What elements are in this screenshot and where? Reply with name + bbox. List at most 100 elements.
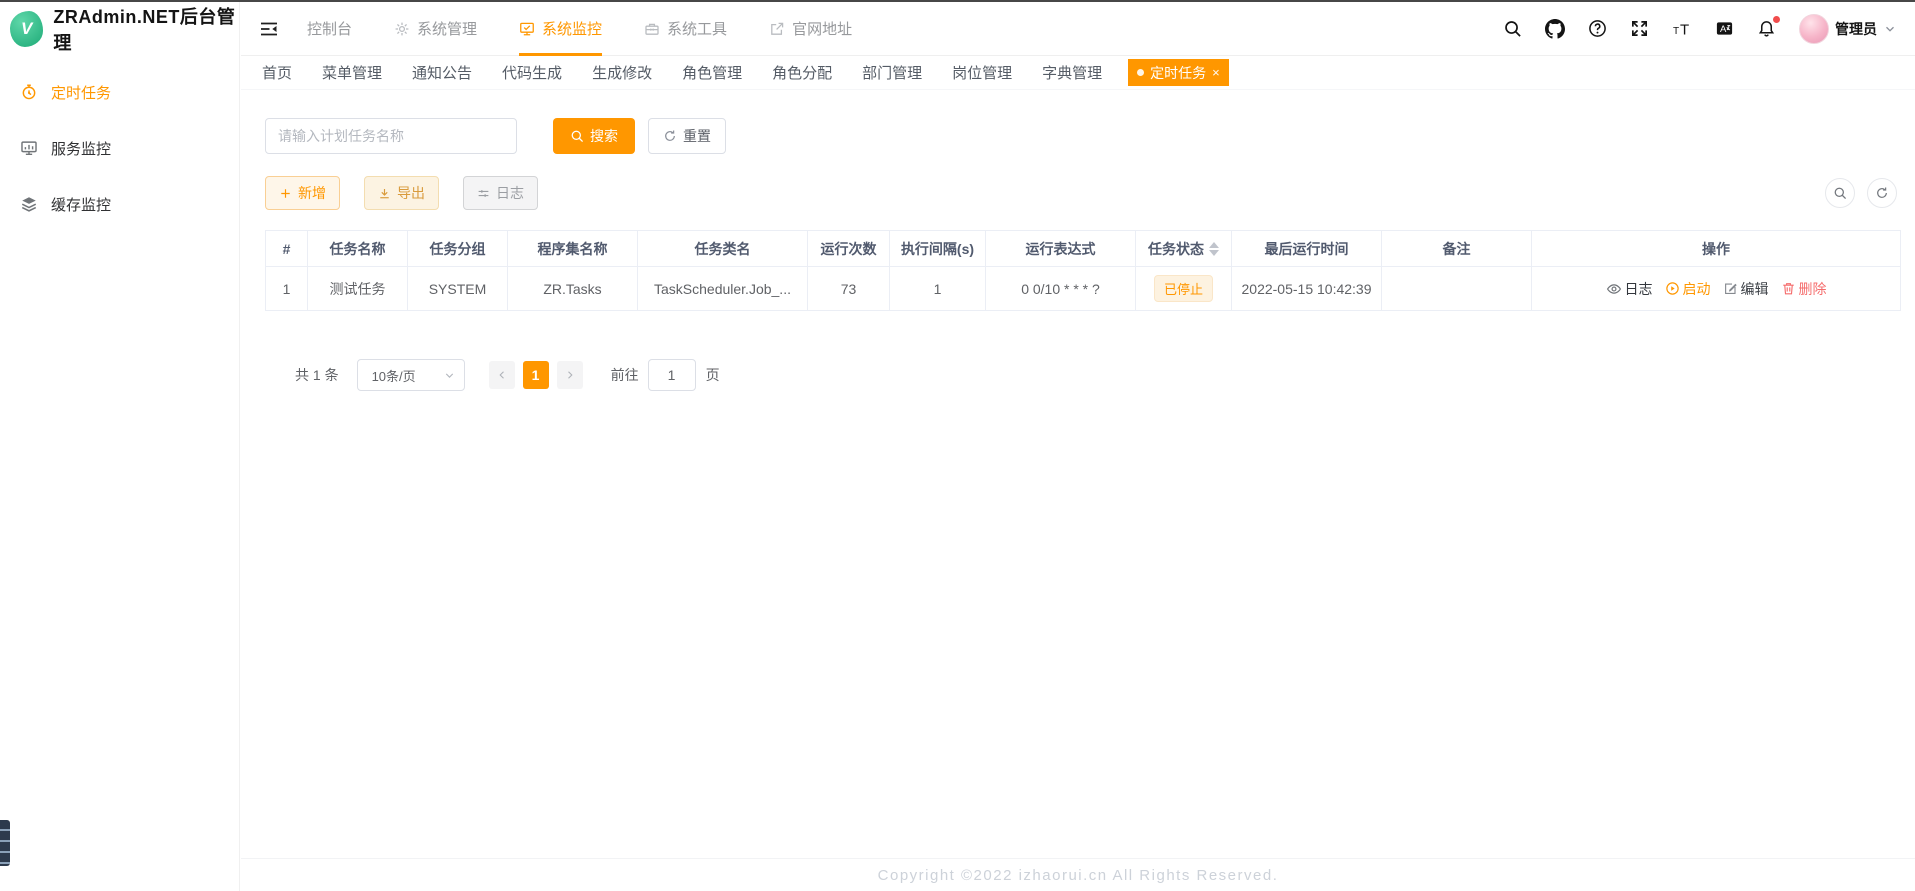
search-button[interactable]: 搜索 [553, 118, 635, 154]
external-link-icon [769, 21, 785, 37]
active-tab-label: 定时任务 [1150, 63, 1206, 83]
cell-run-count: 73 [808, 267, 890, 311]
sidebar-item-service-monitor[interactable]: 服务监控 [0, 120, 239, 176]
app-logo: V [10, 11, 43, 47]
refresh-table-button[interactable] [1867, 178, 1897, 208]
cell-job-class: TaskScheduler.Job_... [638, 267, 808, 311]
font-size-icon[interactable] [1672, 19, 1692, 39]
col-header-index: # [266, 231, 308, 267]
nav-item-console[interactable]: 控制台 [307, 2, 352, 56]
pagination: 共 1 条 10条/页 1 前往 页 [295, 359, 1915, 391]
arrow-left-icon [496, 369, 508, 381]
tab-scheduled-tasks-active[interactable]: 定时任务 × [1128, 59, 1229, 86]
tags-bar: 首页 菜单管理 通知公告 代码生成 生成修改 角色管理 角色分配 部门管理 岗位… [241, 56, 1915, 90]
cell-index: 1 [266, 267, 308, 311]
status-badge: 已停止 [1154, 275, 1213, 302]
sort-caret-icon[interactable] [1209, 242, 1219, 256]
nav-item-label: 系统监控 [542, 18, 602, 39]
export-button[interactable]: 导出 [364, 176, 439, 210]
row-start-link[interactable]: 启动 [1665, 279, 1711, 299]
cell-actions: 日志 启动 编辑 删除 [1532, 267, 1901, 311]
toggle-search-button[interactable] [1825, 178, 1855, 208]
row-edit-link[interactable]: 编辑 [1723, 279, 1769, 299]
col-header-run-count: 运行次数 [808, 231, 890, 267]
col-header-interval: 执行间隔(s) [890, 231, 986, 267]
task-name-input[interactable] [265, 118, 517, 154]
language-icon[interactable] [1715, 19, 1734, 38]
prev-page-button[interactable] [489, 361, 515, 389]
tab-generation-edit[interactable]: 生成修改 [579, 62, 665, 83]
tab-role-management[interactable]: 角色管理 [669, 62, 755, 83]
avatar [1799, 14, 1829, 44]
row-edit-label: 编辑 [1741, 279, 1769, 299]
trash-icon [1781, 281, 1796, 296]
sidebar-item-scheduled-tasks[interactable]: 定时任务 [0, 64, 239, 120]
next-page-button[interactable] [557, 361, 583, 389]
tab-role-assignment[interactable]: 角色分配 [759, 62, 845, 83]
search-button-label: 搜索 [590, 126, 618, 146]
tab-menu-management[interactable]: 菜单管理 [309, 62, 395, 83]
app-logo-area: V ZRAdmin.NET后台管理 [0, 2, 239, 56]
row-delete-link[interactable]: 删除 [1781, 279, 1827, 299]
server-monitor-icon [20, 139, 38, 157]
sidebar-item-label: 定时任务 [51, 82, 111, 103]
fullscreen-icon[interactable] [1630, 19, 1649, 38]
gear-icon [394, 21, 410, 37]
help-icon[interactable] [1588, 19, 1607, 38]
tab-dict-management[interactable]: 字典管理 [1029, 62, 1115, 83]
nav-item-label: 官网地址 [792, 18, 852, 39]
menu-fold-icon[interactable] [259, 19, 279, 39]
add-button[interactable]: 新增 [265, 176, 340, 210]
tab-department-management[interactable]: 部门管理 [849, 62, 935, 83]
active-tab-dot [1137, 69, 1144, 76]
nav-item-official-site[interactable]: 官网地址 [769, 2, 852, 56]
export-button-label: 导出 [397, 183, 425, 203]
page-number-1[interactable]: 1 [523, 361, 549, 389]
github-icon[interactable] [1545, 19, 1565, 39]
edit-icon [1723, 281, 1738, 296]
cache-layers-icon [20, 195, 38, 213]
tab-notice[interactable]: 通知公告 [399, 62, 485, 83]
cell-status: 已停止 [1136, 267, 1232, 311]
reset-button-label: 重置 [683, 126, 711, 146]
col-header-cron: 运行表达式 [986, 231, 1136, 267]
tab-home[interactable]: 首页 [249, 62, 305, 83]
nav-item-system-monitor[interactable]: 系统监控 [519, 2, 602, 56]
nav-item-system-tools[interactable]: 系统工具 [644, 2, 727, 56]
reset-button[interactable]: 重置 [648, 118, 726, 154]
sidebar-item-cache-monitor[interactable]: 缓存监控 [0, 176, 239, 232]
page-unit-label: 页 [706, 365, 720, 385]
table-right-tools [1825, 178, 1897, 208]
page-size-select[interactable]: 10条/页 [357, 359, 465, 391]
col-header-task-group: 任务分组 [408, 231, 508, 267]
search-icon [570, 129, 584, 143]
eye-icon [1606, 281, 1622, 297]
page-size-value: 10条/页 [372, 366, 416, 385]
row-log-link[interactable]: 日志 [1606, 279, 1653, 299]
tab-post-management[interactable]: 岗位管理 [939, 62, 1025, 83]
notification-badge [1773, 16, 1780, 23]
sidebar: V ZRAdmin.NET后台管理 定时任务 服务监控 缓存监控 [0, 2, 240, 891]
search-icon[interactable] [1503, 19, 1522, 38]
tab-code-generation[interactable]: 代码生成 [489, 62, 575, 83]
col-header-task-name: 任务名称 [308, 231, 408, 267]
row-log-label: 日志 [1625, 279, 1653, 299]
nav-item-system-management[interactable]: 系统管理 [394, 2, 477, 56]
cell-interval: 1 [890, 267, 986, 311]
cell-assembly: ZR.Tasks [508, 267, 638, 311]
user-menu[interactable]: 管理员 [1799, 14, 1897, 44]
toolbox-icon [644, 21, 660, 37]
col-header-actions: 操作 [1532, 231, 1901, 267]
col-header-last-run: 最后运行时间 [1232, 231, 1382, 267]
log-button[interactable]: 日志 [463, 176, 538, 210]
sliders-icon [477, 187, 490, 200]
notification-bell[interactable] [1757, 19, 1776, 38]
tab-close-icon[interactable]: × [1212, 66, 1220, 79]
chevron-down-icon [1883, 22, 1897, 36]
col-header-status-label: 任务状态 [1148, 239, 1204, 259]
app-title: ZRAdmin.NET后台管理 [53, 3, 239, 55]
col-header-status-sortable[interactable]: 任务状态 [1136, 231, 1232, 267]
col-header-assembly: 程序集名称 [508, 231, 638, 267]
goto-page-input[interactable] [648, 359, 696, 391]
collapsed-panel-strip [0, 820, 10, 866]
